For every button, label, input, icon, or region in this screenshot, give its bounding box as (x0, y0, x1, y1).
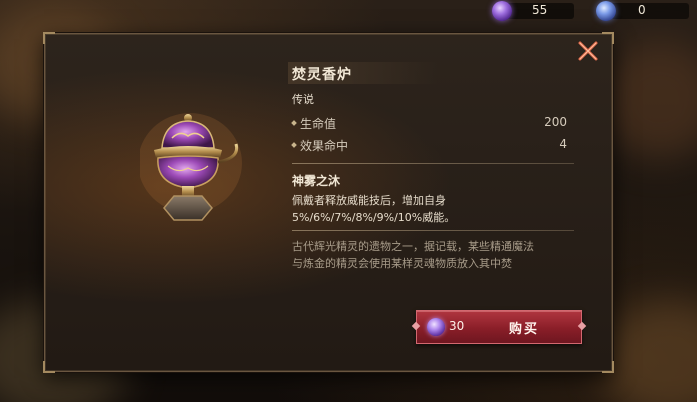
incense-burner-icon (140, 113, 242, 221)
divider (292, 230, 574, 231)
panel-corner (602, 32, 614, 44)
panel-corner (602, 361, 614, 373)
buy-price: 30 (449, 319, 465, 333)
background-blob (600, 40, 697, 160)
close-x-icon (578, 41, 598, 61)
stat-label: 效果命中 (300, 139, 349, 153)
lore-line: 与炼金的精灵会使用某样灵魂物质放入其中焚 (292, 257, 512, 270)
panel-corner (43, 361, 55, 373)
buy-button[interactable]: 30 购买 (411, 310, 587, 344)
game-scene: 55 0 焚灵香炉 传说 生命值 200 效果命中 4 神雾之沐 佩戴者释放威能… (0, 0, 697, 402)
skill-name: 神雾之沐 (292, 174, 341, 188)
item-rarity: 传说 (292, 93, 314, 106)
token-counter-bg (605, 3, 689, 19)
stat-label: 生命值 (300, 117, 337, 131)
item-name: 焚灵香炉 (292, 67, 352, 83)
stat-value: 200 (544, 115, 567, 129)
divider (292, 163, 574, 164)
lore-line: 古代辉光精灵的遗物之一，据记载，某些精通魔法 (292, 240, 534, 253)
purple-gem-icon[interactable] (492, 1, 512, 21)
panel-corner (43, 32, 55, 44)
bullet-diamond-icon (291, 142, 297, 148)
gem-count: 55 (532, 3, 548, 17)
background-blob (600, 300, 697, 402)
stat-value: 4 (559, 137, 567, 151)
stat-row-hp: 生命值 200 (291, 115, 567, 133)
lore-text: 古代辉光精灵的遗物之一，据记载，某些精通魔法 与炼金的精灵会使用某样灵魂物质放入… (292, 238, 582, 272)
skill-desc-line: 5%/6%/7%/8%/9%/10%威能。 (292, 211, 456, 224)
blue-token-icon[interactable] (596, 1, 616, 21)
close-button[interactable] (575, 38, 601, 64)
skill-description: 佩戴者释放威能技后，增加自身 5%/6%/7%/8%/9%/10%威能。 (292, 192, 572, 226)
buy-label: 购买 (509, 322, 540, 337)
stat-row-effect-hit: 效果命中 4 (291, 137, 567, 155)
token-count: 0 (638, 3, 646, 17)
bullet-diamond-icon (291, 120, 297, 126)
skill-desc-line: 佩戴者释放威能技后，增加自身 (292, 194, 446, 207)
purple-gem-icon (427, 318, 445, 336)
